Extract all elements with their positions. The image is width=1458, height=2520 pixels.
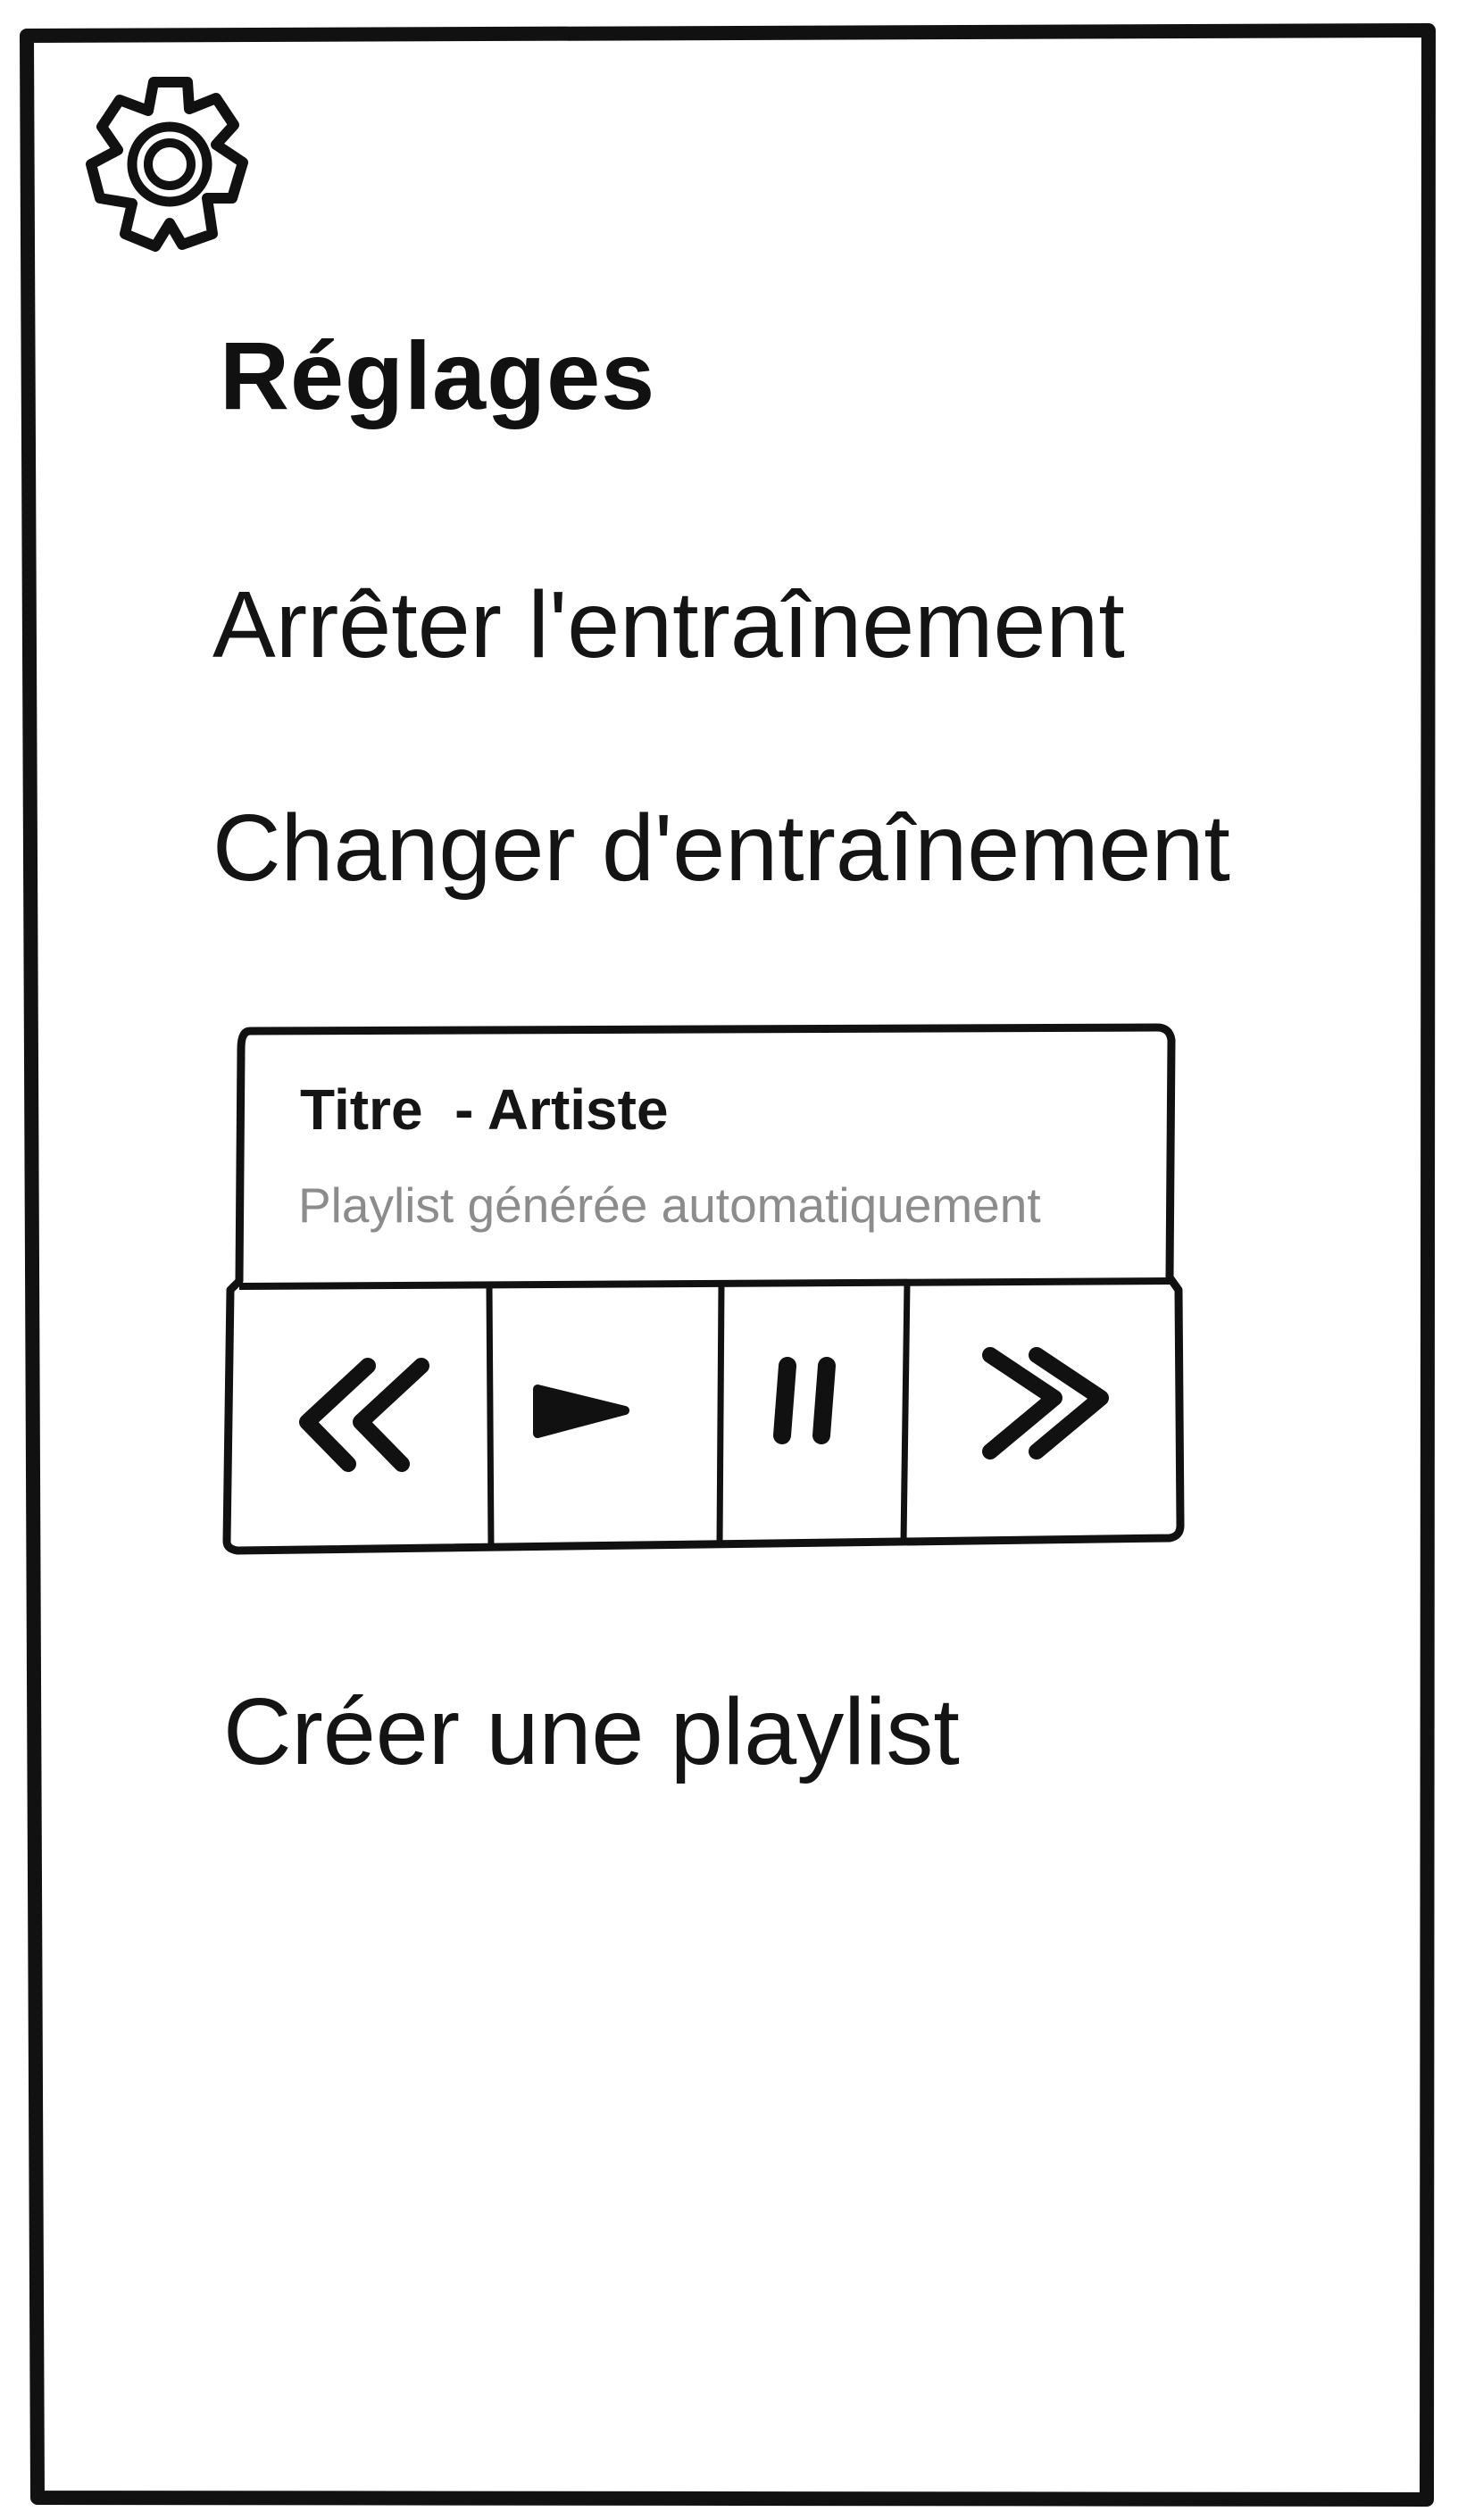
pause-icon — [773, 1357, 836, 1444]
rewind-icon — [299, 1358, 429, 1472]
gear-icon[interactable] — [82, 73, 257, 257]
pause-button[interactable] — [725, 1293, 899, 1534]
change-training-item[interactable]: Changer d'entraînement — [212, 794, 1230, 902]
track-title: Titre - Artiste — [300, 1077, 669, 1142]
fast-forward-icon — [982, 1347, 1109, 1460]
next-button[interactable] — [906, 1293, 1187, 1534]
create-playlist-item[interactable]: Créer une playlist — [223, 1678, 960, 1786]
play-button[interactable] — [491, 1293, 719, 1534]
page-title: Réglages — [220, 321, 656, 429]
previous-button[interactable] — [234, 1293, 486, 1534]
play-icon — [533, 1385, 629, 1438]
playlist-subtitle: Playlist générée automatiquement — [298, 1177, 1041, 1233]
stop-training-item[interactable]: Arrêter l'entraînement — [212, 571, 1125, 679]
